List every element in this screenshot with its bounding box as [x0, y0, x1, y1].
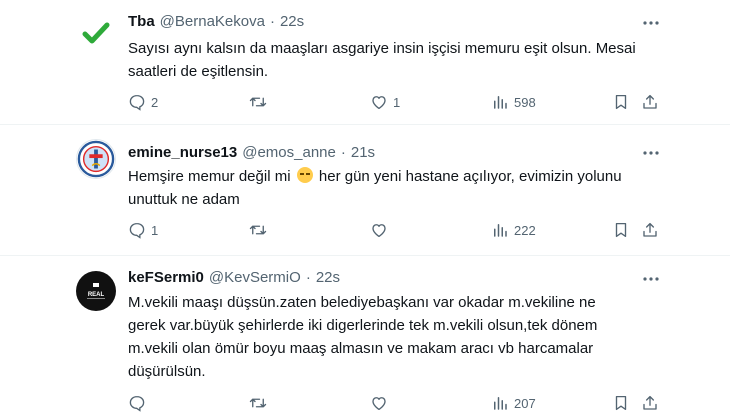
- bookmark-button[interactable]: [612, 218, 630, 242]
- reply-count: 1: [151, 222, 159, 238]
- tweet-text-line: Sayısı aynı kalsın da maaşları asgariye …: [128, 40, 636, 57]
- more-options-icon[interactable]: [640, 12, 662, 34]
- tweet-text-line: Hemşire memur değil mi her gün yeni hast…: [128, 165, 648, 188]
- reply-icon: [129, 222, 145, 239]
- heart-icon: [372, 397, 386, 411]
- like-button[interactable]: [370, 391, 393, 415]
- reply-button[interactable]: [128, 391, 151, 415]
- bookmark-button[interactable]: [612, 391, 630, 415]
- tweet-text-line: m.vekili olan ömür boyu maaş almasın ve …: [128, 340, 594, 357]
- retweet-icon: [249, 225, 267, 235]
- nursing-emblem-icon: [77, 140, 115, 178]
- tweet-actions: 207: [0, 391, 730, 415]
- display-name[interactable]: Tba: [128, 13, 155, 30]
- timestamp[interactable]: 22s: [316, 269, 340, 286]
- display-name[interactable]: keFSermi0: [128, 269, 204, 286]
- separator: ·: [269, 12, 275, 30]
- tweet-text-line: düşürülsün.: [128, 363, 206, 380]
- views-icon: [494, 397, 507, 410]
- share-button[interactable]: [641, 218, 659, 242]
- tweet-text-line: M.vekili maaşı düşsün.zaten belediyebaşk…: [128, 294, 596, 311]
- display-name[interactable]: emine_nurse13: [128, 144, 237, 161]
- tweet-text: M.vekili maaşı düşsün.zaten belediyebaşk…: [128, 291, 648, 383]
- green-checkmark-icon: [82, 22, 110, 44]
- retweet-icon: [249, 398, 267, 408]
- bookmark-icon: [615, 222, 627, 238]
- tweet-actions: 1 222: [0, 218, 730, 242]
- separator: ·: [305, 268, 311, 286]
- tweet-text-line: saatleri de eşitlensin.: [128, 63, 269, 80]
- views-button[interactable]: 222: [491, 218, 536, 242]
- more-options-icon[interactable]: [640, 142, 662, 164]
- pensive-face-emoji: [296, 167, 313, 183]
- user-handle[interactable]: @BernaKekova: [160, 13, 265, 30]
- svg-text:REAL: REAL: [88, 292, 105, 298]
- bookmark-icon: [615, 395, 627, 411]
- tweet[interactable]: emine_nurse13 @emos_anne · 21s Hemşire m…: [0, 124, 730, 254]
- avatar[interactable]: REAL: [76, 271, 116, 311]
- bookmark-icon: [615, 94, 627, 110]
- tweet-text-line: gerek var.büyük şehirlerde iki digerleri…: [128, 317, 598, 334]
- view-count: 598: [514, 94, 536, 110]
- more-options-icon[interactable]: [640, 268, 662, 290]
- like-button[interactable]: [370, 218, 393, 242]
- like-count: 1: [393, 94, 401, 110]
- reply-icon: [129, 94, 145, 111]
- timestamp[interactable]: 22s: [280, 13, 304, 30]
- real-logo-icon: REAL: [87, 283, 105, 299]
- tweet[interactable]: Tba @BernaKekova · 22s Sayısı aynı kalsı…: [0, 0, 730, 120]
- share-button[interactable]: [641, 90, 659, 114]
- retweet-button[interactable]: [248, 218, 273, 242]
- tweet-actions: 2 1 598: [0, 90, 730, 114]
- share-button[interactable]: [641, 391, 659, 415]
- share-icon: [643, 222, 657, 237]
- reply-count: 2: [151, 94, 159, 110]
- avatar[interactable]: [76, 13, 116, 53]
- separator: ·: [340, 143, 346, 161]
- share-icon: [643, 395, 657, 410]
- avatar[interactable]: [76, 139, 116, 179]
- tweet-text-segment: Hemşire memur değil mi: [128, 168, 291, 185]
- tweet-text-line: unuttuk ne adam: [128, 191, 240, 208]
- timestamp[interactable]: 21s: [351, 144, 375, 161]
- retweet-icon: [249, 97, 267, 107]
- reply-button[interactable]: 1: [128, 218, 158, 242]
- tweet-text-segment: her gün yeni hastane açılıyor, evimizin …: [318, 168, 622, 185]
- user-handle[interactable]: @KevSermiO: [209, 269, 301, 286]
- tweet-header: emine_nurse13 @emos_anne · 21s: [128, 141, 375, 163]
- share-icon: [643, 94, 657, 109]
- reply-icon: [129, 395, 145, 412]
- tweet-text: Sayısı aynı kalsın da maaşları asgariye …: [128, 37, 648, 83]
- user-handle[interactable]: @emos_anne: [242, 144, 336, 161]
- views-icon: [494, 96, 507, 109]
- views-icon: [494, 224, 507, 237]
- tweet-header: keFSermi0 @KevSermiO · 22s: [128, 266, 340, 288]
- tweet[interactable]: REAL keFSermi0 @KevSermiO · 22s M.vekili…: [0, 255, 730, 420]
- views-button[interactable]: 598: [491, 90, 536, 114]
- retweet-button[interactable]: [248, 90, 273, 114]
- reply-button[interactable]: 2: [128, 90, 158, 114]
- heart-icon: [372, 96, 386, 110]
- views-button[interactable]: 207: [491, 391, 536, 415]
- like-button[interactable]: 1: [370, 90, 400, 114]
- tweet-header: Tba @BernaKekova · 22s: [128, 10, 304, 32]
- bookmark-button[interactable]: [612, 90, 630, 114]
- view-count: 207: [514, 395, 536, 411]
- view-count: 222: [514, 222, 536, 238]
- retweet-button[interactable]: [248, 391, 273, 415]
- tweet-text: Hemşire memur değil mi her gün yeni hast…: [128, 165, 648, 211]
- heart-icon: [372, 224, 386, 238]
